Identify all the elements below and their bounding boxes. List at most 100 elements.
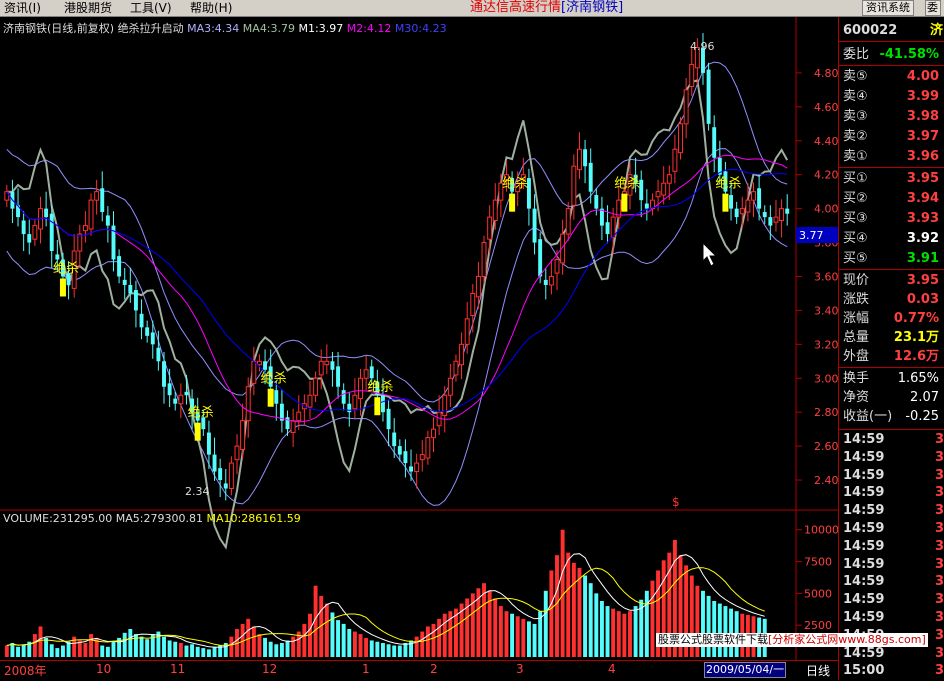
bid-row: 买① 3.95 (839, 169, 944, 189)
candle-body (729, 195, 734, 209)
volume-bar (369, 640, 374, 657)
stat-label: 收益(一) (843, 409, 893, 424)
info-system-button[interactable]: 资讯系统 (862, 0, 914, 16)
tick-time: 15:00 (843, 663, 885, 679)
volume-bar (605, 606, 610, 657)
volume-bar (414, 636, 419, 657)
volume-bar (38, 626, 43, 657)
volume-bar (701, 590, 705, 657)
legend-ma3: MA3:4.34 (187, 22, 240, 35)
candle-body (386, 408, 391, 430)
candle-body (565, 208, 571, 235)
volume-bar (16, 646, 21, 657)
candle-body (318, 360, 324, 376)
volume-axis-label: 2500 (804, 619, 832, 632)
candle-body (251, 360, 257, 384)
candle-body (263, 361, 268, 370)
candle-body (274, 390, 279, 404)
kline-chart[interactable]: 4.804.604.404.204.003.803.603.403.203.00… (0, 17, 838, 660)
bid-row: 买④ 3.92 (839, 229, 944, 249)
bid-label: 买① (843, 171, 868, 186)
volume-bar (425, 626, 430, 657)
candle-body (459, 343, 465, 366)
menu-item-info[interactable]: 资讯(I) (2, 0, 43, 16)
menu-item-hk-futures[interactable]: 港股期货 (62, 0, 114, 16)
low-price-label: 2.34 (185, 485, 210, 498)
volume-bar (302, 623, 307, 657)
volume-bar (364, 637, 369, 657)
tick-row: 14:59 3.9 (843, 538, 944, 556)
candle-body (150, 332, 155, 345)
volume-bar (167, 640, 172, 657)
tick-price: 3.9 (935, 503, 944, 519)
volume-bar (55, 648, 60, 657)
candle-body (605, 222, 610, 235)
candle-body (414, 462, 420, 473)
candle-body (392, 432, 397, 447)
volume-bar (397, 645, 402, 657)
candle-body (122, 279, 127, 285)
ask-price: 3.98 (906, 109, 939, 124)
signal-label: 绝杀 (502, 176, 528, 192)
stock-code-row: 600022 济 (839, 21, 944, 41)
candle-body (532, 208, 537, 243)
signal-label: 绝杀 (715, 176, 741, 192)
volume-bar (100, 645, 105, 657)
price-axis-label: 4.80 (814, 67, 838, 80)
volume-bar (285, 640, 290, 657)
volume-bar (229, 636, 234, 657)
legend-m2: M2:4.12 (346, 22, 392, 35)
tick-row: 14:59 3.9 (843, 502, 944, 520)
signal-bar (59, 278, 66, 297)
tick-row: 14:59 3.9 (843, 645, 944, 663)
volume-bar (21, 644, 26, 657)
volume-bar (493, 598, 498, 657)
period-selector[interactable]: 日线 (806, 662, 830, 679)
tick-time: 14:59 (843, 556, 885, 572)
watermark-url: [分析家公式网www.88gs.com] (768, 633, 926, 646)
candle-body (576, 148, 582, 171)
commission-button[interactable]: 委 (925, 0, 941, 16)
candle-body (683, 89, 689, 125)
ask-row: 卖③ 3.98 (839, 107, 944, 127)
volume-bar (706, 595, 711, 657)
candle-body (773, 216, 779, 223)
signal-bar (374, 397, 381, 416)
tick-row: 14:59 3.9 (843, 609, 944, 627)
bid-row: 买② 3.94 (839, 189, 944, 209)
current-date-label: 2009/05/04/一 (704, 662, 787, 678)
tick-time: 14:59 (843, 503, 885, 519)
tick-time: 14:59 (843, 432, 885, 447)
menu-item-help[interactable]: 帮助(H) (188, 0, 234, 16)
tick-time: 14:59 (843, 574, 885, 590)
volume-bar (392, 645, 397, 657)
tick-row: 15:00 3.9 (843, 662, 944, 680)
candle-body (313, 377, 319, 396)
tick-price: 3.9 (935, 485, 944, 501)
volume-bar (352, 631, 357, 657)
ask-row: 卖④ 3.99 (839, 87, 944, 107)
volume-bar (616, 611, 621, 657)
candle-body (453, 360, 459, 376)
candle-body (588, 162, 593, 192)
volume-bar (555, 555, 559, 657)
bid-row: 买③ 3.93 (839, 209, 944, 229)
volume-bar (178, 643, 183, 657)
bid-row: 买⑤ 3.91 (839, 249, 944, 269)
candle-body (336, 366, 341, 387)
menu-item-tools[interactable]: 工具(V) (128, 0, 174, 16)
dividend-marker: $ (672, 495, 680, 509)
volume-bar (594, 593, 599, 657)
candle-body (442, 394, 448, 417)
stock-code: 600022 (843, 23, 898, 38)
volume-bar (644, 590, 649, 657)
candle-body (82, 225, 88, 232)
price-axis-label: 2.40 (814, 474, 838, 487)
bid-price: 3.95 (906, 171, 939, 186)
tick-time: 14:59 (843, 538, 885, 554)
stat-value: 12.6万 (893, 349, 939, 364)
candle-body (55, 254, 60, 260)
legend-title: 济南钢铁(日线,前复权) 绝杀拉升启动 (3, 22, 184, 35)
ask-label: 卖④ (843, 89, 868, 104)
volume-bar (380, 643, 385, 657)
